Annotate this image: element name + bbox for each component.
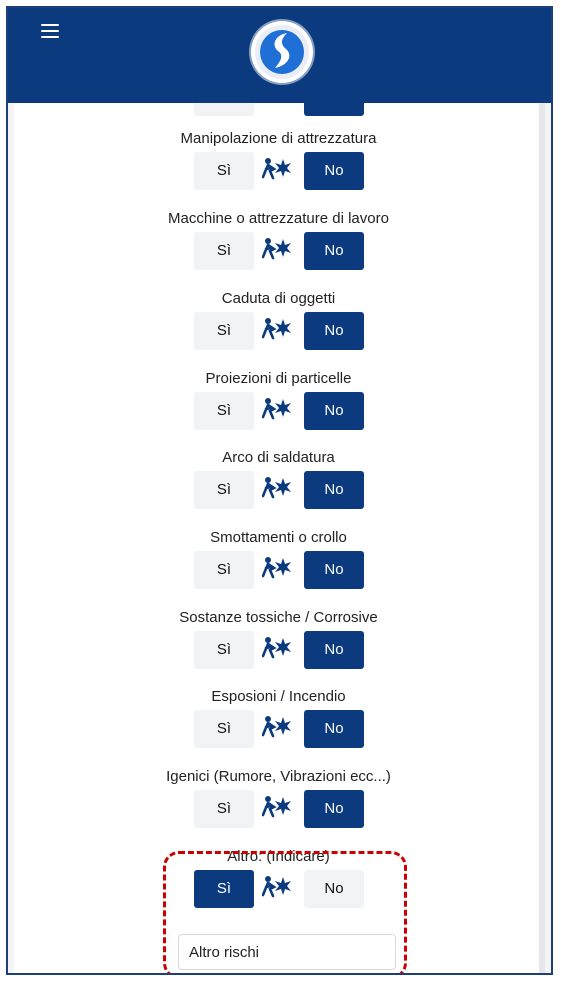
yes-button[interactable]: Sì	[194, 710, 254, 748]
no-button[interactable]: No	[304, 152, 364, 190]
scrollbar[interactable]	[539, 103, 545, 973]
yes-button[interactable]: Sì	[194, 312, 254, 350]
no-button[interactable]: No	[304, 551, 364, 589]
hazard-icon	[261, 237, 292, 261]
risk-item: Arco di saldatura Sì No	[14, 449, 543, 509]
yes-no-toggle: Sì No	[194, 471, 374, 509]
risk-item-label: Sostanze tossiche / Corrosive	[179, 609, 378, 626]
yes-button[interactable]: Sì	[194, 232, 254, 270]
hazard-icon	[261, 795, 292, 819]
hazard-icon	[261, 157, 292, 181]
risk-item-label: Altro: (Indicare)	[227, 848, 330, 865]
risk-item: Manipolazione di attrezzatura Sì No	[14, 130, 543, 190]
risk-item: Caduta di oggetti Sì No	[14, 290, 543, 350]
yes-no-toggle: Sì No	[194, 870, 374, 908]
no-button[interactable]: No	[304, 631, 364, 669]
hazard-icon	[261, 397, 292, 421]
risk-item: Igenici (Rumore, Vibrazioni ecc...) Sì No	[14, 768, 543, 828]
yes-button[interactable]: Sì	[194, 790, 254, 828]
yes-no-toggle: Sì No	[194, 392, 374, 430]
risk-item-label: Arco di saldatura	[222, 449, 335, 466]
no-button[interactable]: No	[304, 232, 364, 270]
yes-button[interactable]: Sì	[194, 551, 254, 589]
app-header	[8, 8, 551, 103]
risk-item: Smottamenti o crollo Sì No	[14, 529, 543, 589]
yes-no-toggle: Sì No	[194, 790, 374, 828]
app-logo-icon[interactable]	[251, 21, 313, 83]
no-button[interactable]: No	[304, 312, 364, 350]
risk-item-label: Proiezioni di particelle	[205, 370, 352, 387]
yes-no-toggle: Sì No	[194, 232, 374, 270]
yes-button[interactable]: Sì	[194, 870, 254, 908]
risk-item-label: Esposioni / Incendio	[211, 688, 346, 705]
yes-button[interactable]: Sì	[194, 471, 254, 509]
yes-no-toggle: Sì No	[194, 551, 374, 589]
hazard-icon	[261, 476, 292, 500]
yes-no-toggle: Sì No	[194, 312, 374, 350]
yes-no-toggle: Sì No	[194, 631, 374, 669]
no-button[interactable]: No	[304, 870, 364, 908]
risk-item-label: Macchine o attrezzature di lavoro	[168, 210, 389, 227]
app-frame: Manipolazione di attrezzatura Sì No Macchin…	[6, 6, 553, 975]
yes-button[interactable]: Sì	[194, 631, 254, 669]
risk-item: Esposioni / Incendio Sì No	[14, 688, 543, 748]
no-button[interactable]: No	[304, 710, 364, 748]
risk-item: Sostanze tossiche / Corrosive Sì No	[14, 609, 543, 669]
risk-item-label: Igenici (Rumore, Vibrazioni ecc...)	[166, 768, 391, 785]
hazard-icon	[261, 556, 292, 580]
yes-button[interactable]: Sì	[194, 152, 254, 190]
risk-item: Macchine o attrezzature di lavoro Sì No	[14, 210, 543, 270]
hazard-icon	[261, 875, 292, 899]
no-button[interactable]: No	[304, 790, 364, 828]
hazard-icon	[261, 715, 292, 739]
risk-item-label: Manipolazione di attrezzatura	[180, 130, 377, 147]
risk-item: Proiezioni di particelle Sì No	[14, 370, 543, 430]
no-button[interactable]: No	[304, 392, 364, 430]
other-risks-input[interactable]	[178, 934, 396, 970]
form-content: Manipolazione di attrezzatura Sì No Macchin…	[14, 8, 543, 973]
risk-item-label: Caduta di oggetti	[221, 290, 336, 307]
yes-button[interactable]: Sì	[194, 392, 254, 430]
hazard-icon	[261, 317, 292, 341]
risk-item-label: Smottamenti o crollo	[210, 529, 347, 546]
hazard-icon	[261, 636, 292, 660]
yes-no-toggle: Sì No	[194, 152, 374, 190]
hamburger-icon[interactable]	[41, 24, 59, 38]
risk-item: Altro: (Indicare) Sì No	[14, 848, 543, 908]
no-button[interactable]: No	[304, 471, 364, 509]
yes-no-toggle: Sì No	[194, 710, 374, 748]
